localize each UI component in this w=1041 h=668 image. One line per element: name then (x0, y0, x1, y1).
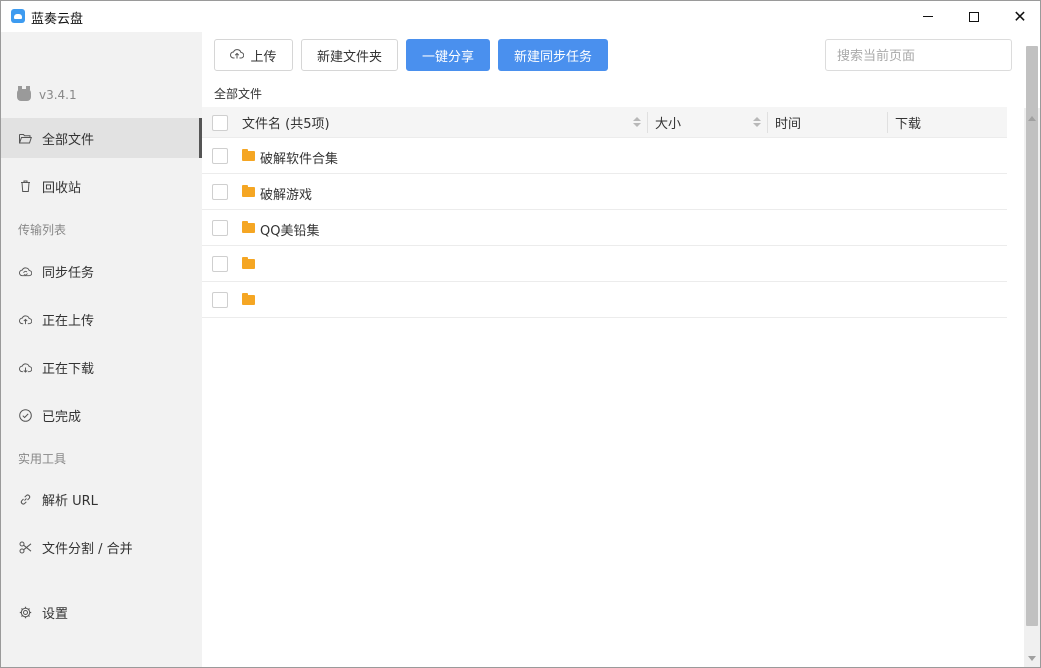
section-title-tools: 实用工具 (18, 452, 67, 466)
folder-icon (242, 221, 255, 233)
cloud-download-icon (19, 361, 32, 374)
column-header-download[interactable]: 下载 (895, 107, 921, 138)
close-icon: ✕ (1013, 6, 1027, 26)
sidebar-item-label: 同步任务 (42, 265, 95, 281)
sidebar-item-label: 正在下载 (42, 361, 95, 377)
column-header-name[interactable]: 文件名 (共5项) (242, 107, 330, 138)
minimize-button[interactable] (905, 1, 951, 32)
column-header-size[interactable]: 大小 (655, 107, 681, 138)
row-checkbox[interactable] (212, 256, 228, 272)
sidebar-item-label: 全部文件 (42, 132, 95, 148)
upload-button[interactable]: 上传 (214, 39, 293, 71)
sidebar-item-label: 回收站 (42, 180, 82, 196)
cloud-upload-icon (19, 313, 32, 326)
table-row[interactable]: QQ美铅集 (202, 210, 1007, 246)
version-label: v3.4.1 (39, 88, 77, 102)
folder-icon (242, 257, 255, 269)
breadcrumb[interactable]: 全部文件 (214, 85, 262, 102)
table-row[interactable] (202, 246, 1007, 282)
sidebar-item-uploading[interactable]: 正在上传 (1, 299, 202, 339)
file-name[interactable]: QQ美铅集 (260, 220, 319, 239)
scrollbar-thumb[interactable] (1026, 46, 1038, 626)
row-checkbox[interactable] (212, 148, 228, 164)
column-divider[interactable] (647, 112, 648, 133)
row-checkbox[interactable] (212, 220, 228, 236)
sidebar: v3.4.1 全部文件 回收站 传输列表 同步任务 正在上传 正在下载 已完成 … (1, 32, 202, 667)
file-name[interactable]: 破解软件合集 (260, 148, 338, 167)
column-divider[interactable] (767, 112, 768, 133)
maximize-icon (969, 11, 979, 22)
table-row[interactable]: 破解软件合集 (202, 138, 1007, 174)
version-info[interactable]: v3.4.1 (17, 86, 77, 102)
folder-open-icon (19, 132, 32, 145)
new-sync-task-button[interactable]: 新建同步任务 (498, 39, 608, 71)
cloud-sync-icon (19, 265, 32, 278)
sidebar-item-settings[interactable]: 设置 (1, 592, 202, 632)
sidebar-item-label: 解析 URL (42, 493, 98, 509)
column-divider[interactable] (887, 112, 888, 133)
github-icon (17, 86, 31, 101)
sidebar-item-label: 设置 (42, 606, 69, 622)
sidebar-item-all-files[interactable]: 全部文件 (1, 118, 202, 158)
title-bar: 蓝奏云盘 ✕ (1, 1, 1040, 32)
folder-icon (242, 293, 255, 305)
scissors-icon (19, 541, 32, 554)
minimize-icon (923, 16, 933, 17)
sidebar-item-label: 正在上传 (42, 313, 95, 329)
maximize-button[interactable] (951, 1, 997, 32)
link-icon (19, 493, 32, 506)
sidebar-item-downloading[interactable]: 正在下载 (1, 347, 202, 387)
check-circle-icon (19, 408, 32, 422)
one-click-share-button[interactable]: 一键分享 (406, 39, 490, 71)
sidebar-item-split-merge[interactable]: 文件分割 / 合并 (1, 527, 202, 567)
section-title-transfers: 传输列表 (18, 223, 67, 237)
new-folder-button[interactable]: 新建文件夹 (301, 39, 398, 71)
sidebar-item-completed[interactable]: 已完成 (1, 395, 202, 435)
sidebar-item-recycle-bin[interactable]: 回收站 (1, 166, 202, 206)
sidebar-item-label: 已完成 (42, 409, 82, 425)
table-row[interactable] (202, 282, 1007, 318)
sidebar-item-sync-tasks[interactable]: 同步任务 (1, 251, 202, 291)
vertical-scrollbar[interactable] (1024, 46, 1040, 667)
search-input[interactable] (825, 39, 1012, 71)
folder-icon (242, 185, 255, 197)
upload-button-label: 上传 (250, 49, 277, 65)
file-name[interactable]: 破解游戏 (260, 184, 312, 203)
column-header-time[interactable]: 时间 (775, 107, 801, 138)
scroll-up-arrow-icon[interactable] (1028, 116, 1036, 121)
gear-icon (19, 606, 32, 619)
window-title: 蓝奏云盘 (31, 12, 84, 27)
row-checkbox[interactable] (212, 292, 228, 308)
app-window: 蓝奏云盘 ✕ v3.4.1 全部文件 回收站 传输列表 同步任务 正在上传 正在… (0, 0, 1041, 668)
folder-icon (242, 149, 255, 161)
app-logo-icon (11, 9, 25, 23)
scroll-down-arrow-icon[interactable] (1028, 656, 1036, 661)
main-content: 上传 新建文件夹 一键分享 新建同步任务 全部文件 文件名 (共5项) 大小 时… (202, 32, 1025, 667)
select-all-checkbox[interactable] (212, 115, 228, 131)
sidebar-item-label: 文件分割 / 合并 (42, 541, 133, 557)
close-button[interactable]: ✕ (997, 1, 1041, 32)
trash-icon (19, 180, 32, 193)
sort-size-icon[interactable] (753, 115, 761, 129)
sort-name-icon[interactable] (633, 115, 641, 129)
row-checkbox[interactable] (212, 184, 228, 200)
table-row[interactable]: 破解游戏 (202, 174, 1007, 210)
sidebar-item-parse-url[interactable]: 解析 URL (1, 479, 202, 519)
cloud-upload-icon (230, 48, 245, 62)
table-header: 文件名 (共5项) 大小 时间 下载 (202, 107, 1007, 138)
